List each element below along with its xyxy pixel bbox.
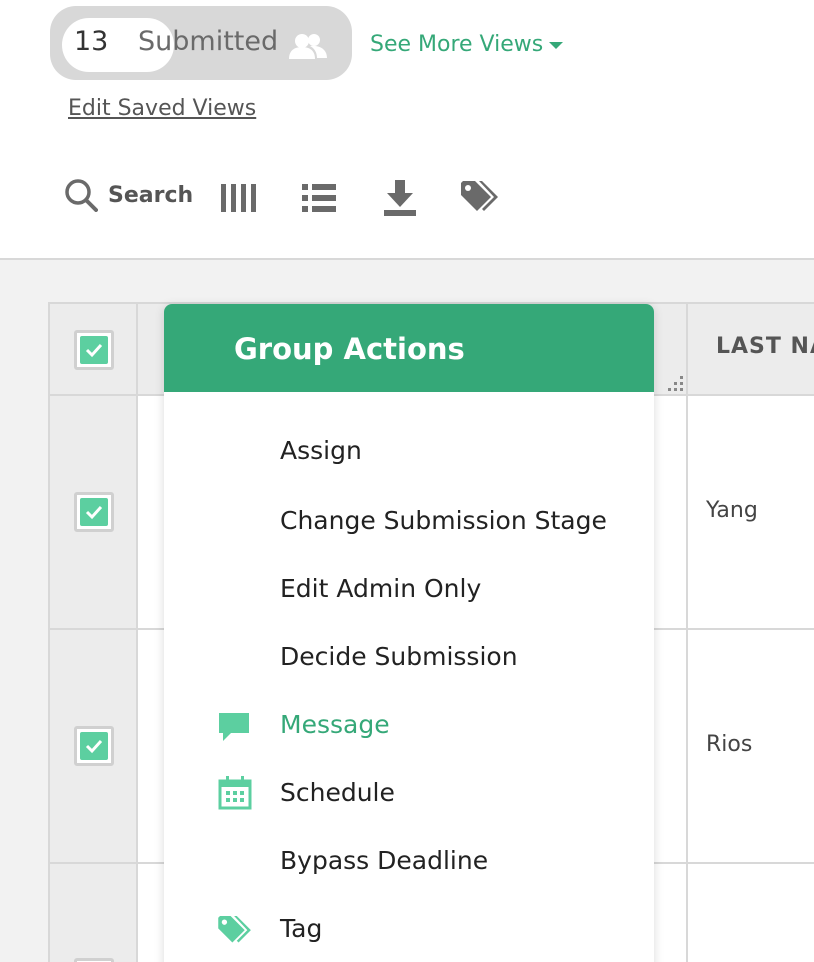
- table-cell-last-name: Rios: [706, 732, 753, 757]
- see-more-views-link[interactable]: See More Views: [370, 32, 564, 57]
- people-icon: [289, 34, 327, 59]
- menu-item-assign[interactable]: Assign: [280, 436, 362, 465]
- row-checkbox[interactable]: [74, 726, 114, 766]
- tag-icon: [218, 916, 251, 943]
- table-cell-last-name: Yang: [706, 498, 758, 523]
- saved-view-pill[interactable]: 13 Submitted: [50, 6, 352, 80]
- row-checkbox[interactable]: [74, 958, 114, 962]
- view-label: Submitted: [138, 26, 279, 57]
- edit-saved-views-link[interactable]: Edit Saved Views: [68, 96, 256, 121]
- menu-item-message[interactable]: Message: [280, 710, 390, 739]
- menu-item-change-submission-stage[interactable]: Change Submission Stage: [280, 506, 607, 535]
- calendar-icon: [218, 776, 252, 810]
- checkmark-icon: [85, 505, 103, 520]
- checkbox-fill: [80, 732, 108, 760]
- menu-item-edit-admin-only[interactable]: Edit Admin Only: [280, 574, 481, 603]
- checkmark-icon: [85, 739, 103, 754]
- search-label: Search: [108, 182, 194, 208]
- search-button[interactable]: Search: [64, 178, 193, 212]
- select-all-checkbox[interactable]: [74, 330, 114, 370]
- group-actions-title: Group Actions: [234, 332, 465, 366]
- column-header-last-name[interactable]: LAST NA: [716, 334, 814, 359]
- search-icon: [65, 179, 98, 212]
- download-icon[interactable]: [384, 180, 416, 216]
- column-resize-handle[interactable]: [668, 376, 684, 392]
- menu-item-decide-submission[interactable]: Decide Submission: [280, 642, 518, 671]
- tag-icon[interactable]: [461, 181, 499, 215]
- row-checkbox[interactable]: [74, 492, 114, 532]
- group-actions-header: Group Actions: [164, 304, 654, 392]
- columns-icon[interactable]: [220, 184, 260, 212]
- menu-item-bypass-deadline[interactable]: Bypass Deadline: [280, 846, 488, 875]
- message-icon: [219, 713, 249, 741]
- see-more-views-label: See More Views: [370, 32, 544, 57]
- checkbox-fill: [80, 336, 108, 364]
- list-icon[interactable]: [302, 184, 336, 212]
- chevron-down-icon: [549, 41, 564, 49]
- group-actions-menu: Group Actions Assign Change Submission S…: [164, 304, 654, 962]
- checkmark-icon: [85, 343, 103, 358]
- menu-item-tag[interactable]: Tag: [280, 914, 322, 943]
- checkbox-fill: [80, 498, 108, 526]
- menu-item-schedule[interactable]: Schedule: [280, 778, 395, 807]
